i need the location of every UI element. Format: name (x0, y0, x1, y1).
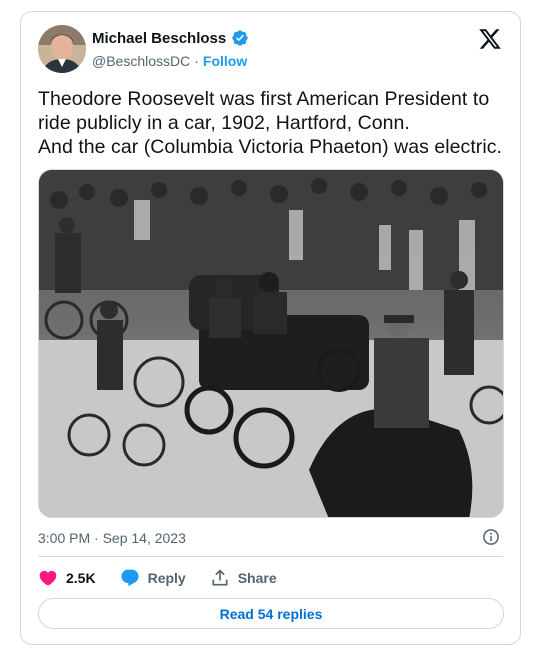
verified-badge-icon (232, 30, 248, 46)
author-handle[interactable]: @BeschlossDC (92, 53, 190, 69)
like-button[interactable]: 2.5K (38, 568, 96, 588)
reply-button[interactable]: Reply (120, 568, 186, 588)
tweet-actions: 2.5K Reply Share (38, 568, 301, 588)
author-name[interactable]: Michael Beschloss (92, 30, 226, 47)
like-count: 2.5K (66, 570, 96, 586)
tweet-text-line: And the car (Columbia Victoria Phaeton) … (38, 136, 503, 158)
reply-label: Reply (147, 570, 186, 586)
share-button[interactable]: Share (210, 568, 277, 588)
speech-bubble-icon (121, 569, 139, 587)
tweet-card: Michael Beschloss @BeschlossDC · Follow … (20, 11, 521, 645)
tweet-text-line: Theodore Roosevelt was first American Pr… (38, 88, 490, 110)
info-icon[interactable] (482, 528, 500, 546)
share-icon (212, 569, 228, 586)
heart-icon (39, 570, 57, 586)
historic-photo-roosevelt-car (39, 170, 503, 517)
separator-dot: · (194, 53, 199, 69)
x-logo-icon[interactable] (478, 27, 502, 51)
tweet-photo[interactable] (38, 169, 504, 518)
avatar[interactable] (38, 25, 86, 73)
share-label: Share (237, 570, 277, 586)
tweet-text-line: ride publicly in a car, 1902, Hartford, … (38, 112, 410, 134)
author-handle-row: @BeschlossDC · Follow (92, 53, 247, 69)
divider (38, 556, 503, 557)
read-replies-button[interactable]: Read 54 replies (38, 598, 504, 629)
author-name-row: Michael Beschloss (92, 29, 249, 47)
follow-button[interactable]: Follow (203, 53, 247, 69)
tweet-timestamp[interactable]: 3:00 PM · Sep 14, 2023 (38, 530, 186, 546)
tweet-text: Theodore Roosevelt was first American Pr… (38, 87, 508, 159)
avatar-photo (38, 25, 86, 73)
